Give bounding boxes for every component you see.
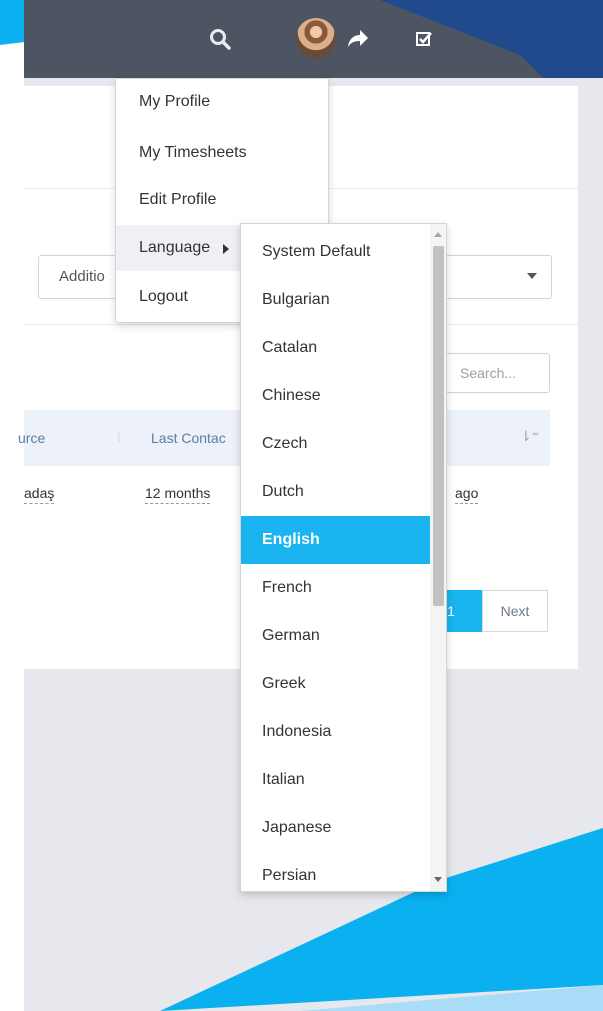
language-label: Japanese	[262, 819, 332, 836]
language-label: Greek	[262, 675, 306, 692]
language-label: German	[262, 627, 320, 644]
language-label: Czech	[262, 435, 308, 452]
language-option[interactable]: Bulgarian	[241, 276, 430, 324]
scroll-down-icon[interactable]	[434, 877, 442, 882]
scrollbar-thumb[interactable]	[433, 246, 444, 606]
language-option[interactable]: Italian	[241, 756, 430, 804]
menu-item-label: Language	[139, 239, 211, 256]
menu-item-label: Logout	[139, 288, 188, 305]
language-option[interactable]: Chinese	[241, 372, 430, 420]
menu-item-label: My Timesheets	[139, 144, 247, 161]
language-option[interactable]: Catalan	[241, 324, 430, 372]
language-option[interactable]: Dutch	[241, 468, 430, 516]
menu-item-label: My Profile	[139, 93, 211, 110]
language-label: Indonesia	[262, 723, 332, 740]
language-option[interactable]: Persian	[241, 852, 430, 891]
language-label: Persian	[262, 867, 317, 884]
menu-item-label: Edit Profile	[139, 191, 217, 208]
scroll-up-icon[interactable]	[434, 232, 442, 237]
language-label: System Default	[262, 243, 371, 260]
language-option[interactable]: Indonesia	[241, 708, 430, 756]
language-option[interactable]: Greek	[241, 660, 430, 708]
menu-item-my-profile[interactable]: My Profile	[116, 79, 328, 125]
language-option[interactable]: German	[241, 612, 430, 660]
chevron-right-icon	[223, 244, 229, 254]
language-label: English	[262, 531, 320, 548]
language-label: Dutch	[262, 483, 304, 500]
language-option[interactable]: Japanese	[241, 804, 430, 852]
language-submenu: System Default Bulgarian Catalan Chinese…	[240, 223, 447, 892]
language-label: Bulgarian	[262, 291, 330, 308]
language-option-selected[interactable]: English	[241, 516, 430, 564]
menu-item-my-timesheets[interactable]: My Timesheets	[116, 130, 328, 176]
language-label: Catalan	[262, 339, 318, 356]
language-option[interactable]: Czech	[241, 420, 430, 468]
menu-item-edit-profile[interactable]: Edit Profile	[116, 177, 328, 223]
language-option[interactable]: French	[241, 564, 430, 612]
language-label: French	[262, 579, 312, 596]
language-option[interactable]: System Default	[241, 228, 430, 276]
app-screen: Additio urce ⁞ Last Contac ⇂⁼ adaş 12 mo…	[0, 0, 603, 1011]
language-label: Italian	[262, 771, 305, 788]
language-label: Chinese	[262, 387, 321, 404]
